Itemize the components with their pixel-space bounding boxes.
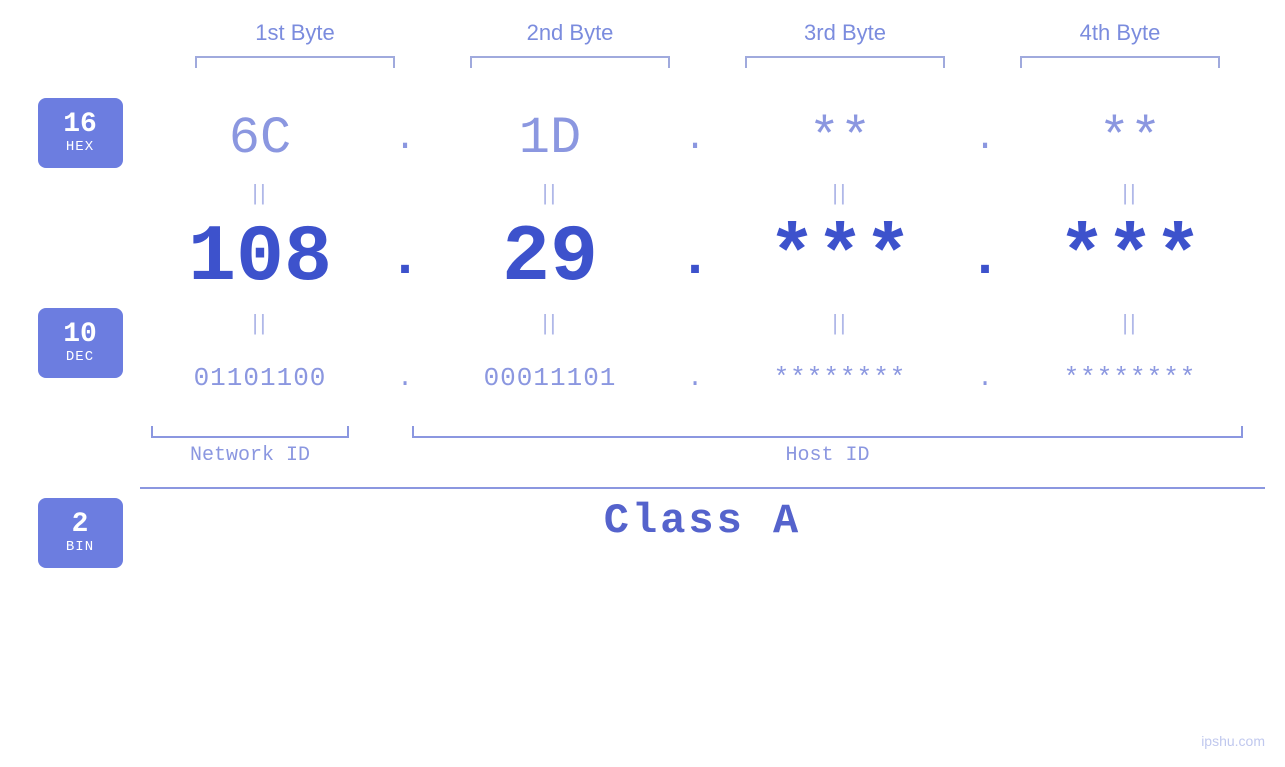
hex-dot2: . <box>680 118 710 159</box>
network-id-bracket <box>151 426 349 438</box>
hex-b4: ** <box>1020 109 1240 168</box>
host-id-section: Host ID <box>390 426 1265 467</box>
dec-b4: *** <box>1020 213 1240 304</box>
header-byte3: 3rd Byte <box>735 20 955 46</box>
id-labels-container: Network ID Host ID <box>140 426 1265 467</box>
dec-dot2: . <box>680 227 710 290</box>
hex-row: 6C . 1D . ** . ** <box>140 98 1250 178</box>
hex-dot1: . <box>390 118 420 159</box>
base-labels: 16 HEX 10 DEC 2 BIN <box>0 98 140 568</box>
hex-label: 16 HEX <box>38 98 123 168</box>
equals-row-1: || || || || <box>140 178 1250 208</box>
dec-dot1: . <box>390 227 420 290</box>
dec-b3: *** <box>730 213 950 304</box>
header-brackets <box>158 56 1258 68</box>
bracket-byte3 <box>745 56 945 68</box>
watermark: ipshu.com <box>1201 733 1265 749</box>
hex-b3: ** <box>730 109 950 168</box>
class-label: Class A <box>604 497 801 545</box>
bin-label: 2 BIN <box>38 498 123 568</box>
class-section: Class A <box>140 487 1265 545</box>
bin-dot3: . <box>970 363 1000 393</box>
dec-dot3: . <box>970 227 1000 290</box>
hex-b1: 6C <box>150 109 370 168</box>
host-id-bracket <box>412 426 1243 438</box>
dec-label: 10 DEC <box>38 308 123 378</box>
main-container: 1st Byte 2nd Byte 3rd Byte 4th Byte 16 H… <box>0 0 1285 767</box>
hex-dot3: . <box>970 118 1000 159</box>
bin-b1: 01101100 <box>150 363 370 393</box>
bin-b4: ******** <box>1020 363 1240 393</box>
host-id-label: Host ID <box>785 444 869 467</box>
bracket-byte2 <box>470 56 670 68</box>
header-byte4: 4th Byte <box>1010 20 1230 46</box>
equals-row-2: || || || || <box>140 308 1250 338</box>
bin-row: 01101100 . 00011101 . ******** . *******… <box>140 338 1250 418</box>
byte-headers: 1st Byte 2nd Byte 3rd Byte 4th Byte <box>158 20 1258 46</box>
bin-b2: 00011101 <box>440 363 660 393</box>
dec-b2: 29 <box>440 213 660 304</box>
bin-b3: ******** <box>730 363 950 393</box>
dec-row: 108 . 29 . *** . *** <box>140 208 1250 308</box>
bin-dot1: . <box>390 363 420 393</box>
hex-b2: 1D <box>440 109 660 168</box>
class-line <box>140 487 1265 489</box>
bracket-byte1 <box>195 56 395 68</box>
network-id-section: Network ID <box>140 426 360 467</box>
bracket-byte4 <box>1020 56 1220 68</box>
network-id-label: Network ID <box>190 444 310 467</box>
header-byte1: 1st Byte <box>185 20 405 46</box>
bin-dot2: . <box>680 363 710 393</box>
header-byte2: 2nd Byte <box>460 20 680 46</box>
dec-b1: 108 <box>150 213 370 304</box>
